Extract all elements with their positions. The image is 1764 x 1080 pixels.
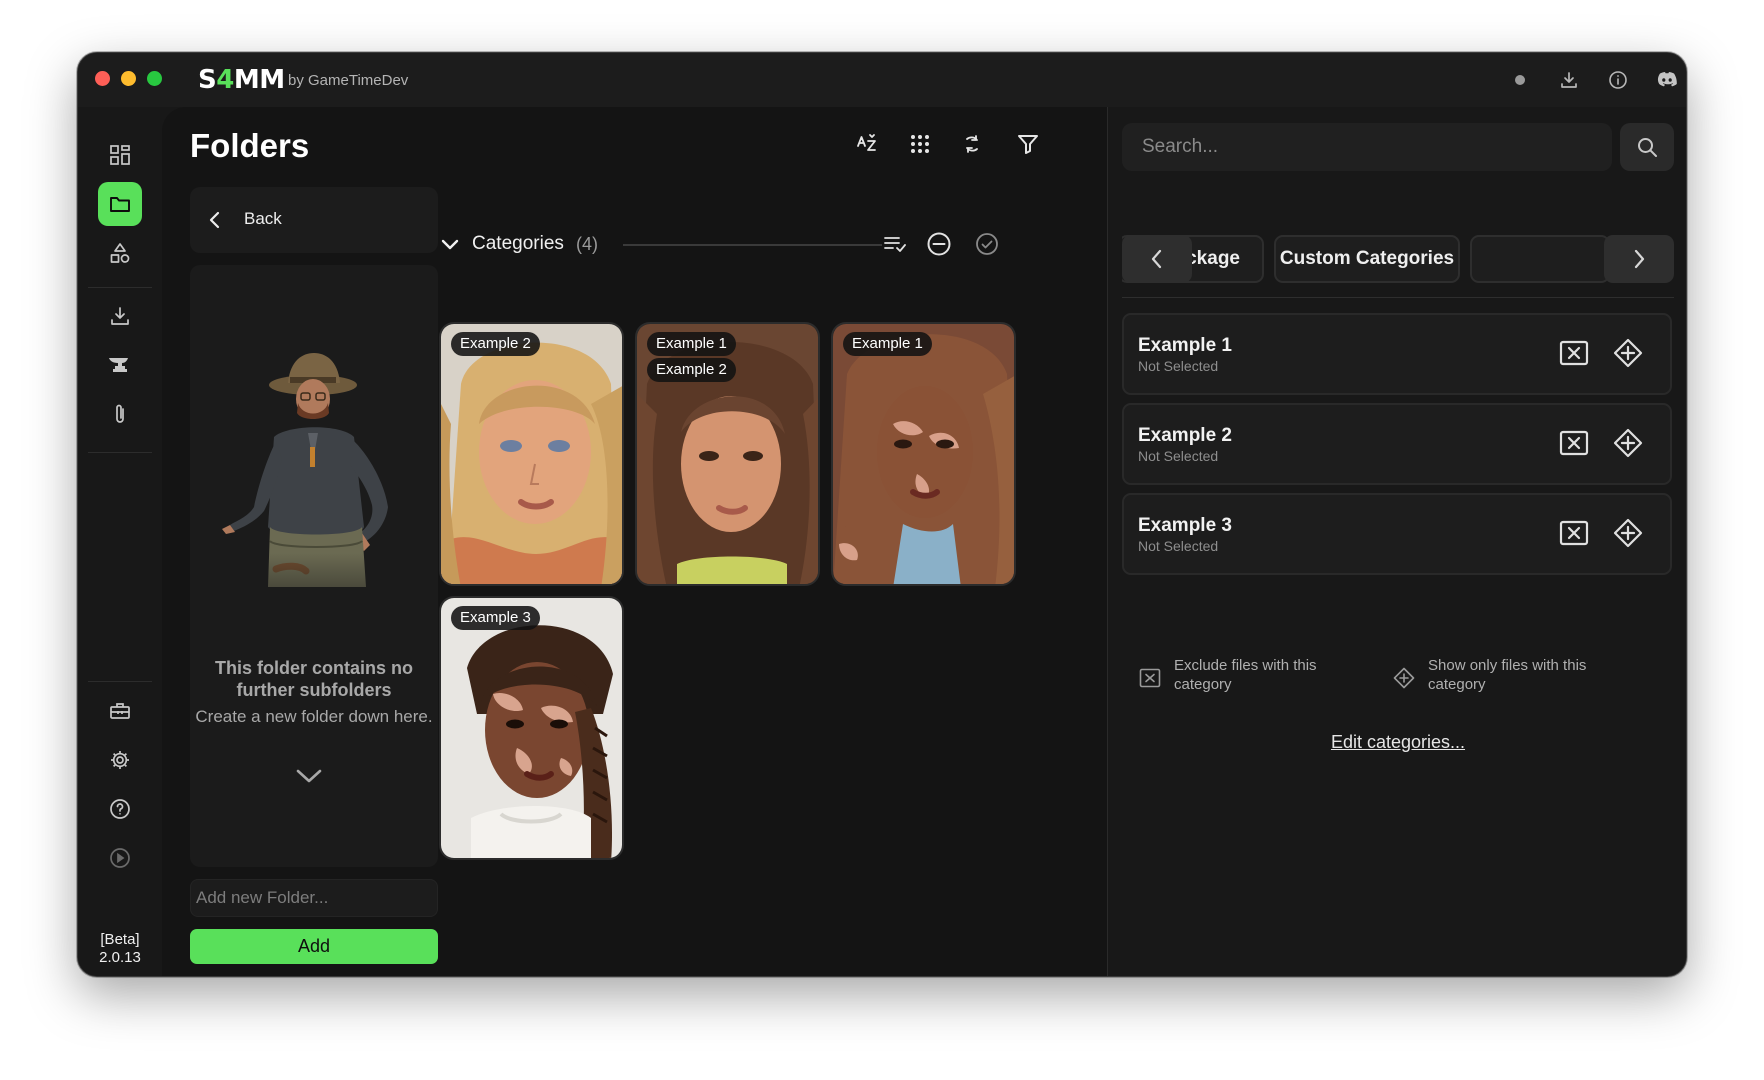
categories-label: Categories	[472, 233, 564, 254]
shapes-icon[interactable]	[98, 231, 142, 275]
search-icon	[1638, 138, 1657, 157]
category-tag: Example 2	[451, 332, 540, 356]
gear-icon[interactable]	[98, 738, 142, 782]
status-dot-icon	[1506, 66, 1534, 94]
play-icon[interactable]	[98, 836, 142, 880]
item-card[interactable]: Example 2	[439, 322, 624, 586]
app-window: S4MM by GameTimeDev [Beta] 2.0.13 Folder…	[77, 52, 1687, 977]
title-bar: S4MM by GameTimeDev	[78, 53, 1686, 107]
zoom-window-button[interactable]	[147, 71, 162, 86]
refresh-icon[interactable]	[955, 127, 989, 161]
category-status: Not Selected	[1138, 538, 1219, 554]
anvil-icon[interactable]	[98, 343, 142, 387]
page-title: Folders	[190, 127, 310, 164]
filter-icon[interactable]	[1011, 127, 1045, 161]
include-category-button[interactable]	[1608, 333, 1648, 373]
sort-list-icon[interactable]	[880, 229, 910, 259]
include-category-button[interactable]	[1608, 513, 1648, 553]
tab-strip: Package Custom Categories	[1122, 235, 1674, 283]
include-icon	[1613, 518, 1643, 548]
app-logo: S4MM	[198, 65, 285, 95]
exclude-icon	[1559, 520, 1589, 546]
category-row[interactable]: Example 1 Not Selected	[1122, 313, 1672, 395]
include-category-button[interactable]	[1608, 423, 1648, 463]
exclude-legend-text: Exclude files with this category	[1174, 657, 1317, 693]
grid-icon[interactable]	[903, 127, 937, 161]
categories-count: (4)	[576, 234, 598, 254]
tabs-next-button[interactable]	[1604, 235, 1674, 283]
help-icon[interactable]	[98, 787, 142, 831]
download-icon[interactable]	[1555, 66, 1583, 94]
divider	[1122, 297, 1674, 298]
category-status: Not Selected	[1138, 448, 1219, 464]
category-tag: Example 1	[843, 332, 932, 356]
include-legend-icon	[1390, 664, 1418, 692]
category-title: Example 1	[1138, 335, 1232, 356]
folders-panel: Folders Back This folder contains no fur…	[162, 107, 1108, 976]
edit-categories-link[interactable]: Edit categories...	[1108, 732, 1686, 753]
category-tag: Example 2	[647, 358, 736, 382]
category-tag: Example 3	[451, 606, 540, 630]
empty-state-hint: Create a new folder down here.	[195, 707, 433, 726]
discord-icon[interactable]	[1653, 66, 1681, 94]
exclude-category-button[interactable]	[1554, 333, 1594, 373]
chevron-left-icon	[209, 211, 220, 229]
exclude-category-button[interactable]	[1554, 423, 1594, 463]
item-thumbnail	[441, 598, 622, 858]
category-title: Example 3	[1138, 515, 1232, 536]
search-button[interactable]	[1620, 123, 1674, 171]
divider	[623, 244, 882, 246]
item-card[interactable]: Example 1	[831, 322, 1016, 586]
categories-header: Categories (4)	[440, 227, 998, 261]
select-all-icon[interactable]	[972, 229, 1002, 259]
chevron-right-icon	[1634, 249, 1645, 269]
exclude-legend-icon	[1136, 664, 1164, 692]
info-icon[interactable]	[1604, 66, 1632, 94]
new-folder-input[interactable]	[190, 879, 438, 917]
sort-az-icon[interactable]	[850, 127, 884, 161]
category-title: Example 2	[1138, 425, 1232, 446]
exclude-icon	[1559, 340, 1589, 366]
search-input[interactable]	[1122, 123, 1612, 171]
include-icon	[1613, 338, 1643, 368]
tab-next[interactable]	[1470, 235, 1610, 283]
chevron-left-icon	[1151, 249, 1162, 269]
app-byline: by GameTimeDev	[288, 72, 409, 89]
exclude-category-button[interactable]	[1554, 513, 1594, 553]
category-row[interactable]: Example 2 Not Selected	[1122, 403, 1672, 485]
close-window-button[interactable]	[95, 71, 110, 86]
include-legend-text: Show only files with this category	[1428, 657, 1587, 693]
item-card[interactable]: Example 1 Example 2	[635, 322, 820, 586]
tab-custom-categories[interactable]: Custom Categories	[1274, 235, 1460, 283]
item-card[interactable]: Example 3	[439, 596, 624, 860]
deselect-all-icon[interactable]	[924, 229, 954, 259]
sim-character-image	[208, 337, 418, 637]
sidebar: [Beta] 2.0.13	[78, 107, 162, 976]
exclude-icon	[1559, 430, 1589, 456]
include-icon	[1613, 428, 1643, 458]
dashboard-icon[interactable]	[98, 133, 142, 177]
subfolders-panel: This folder contains no further subfolde…	[190, 265, 438, 867]
folder-icon[interactable]	[98, 182, 142, 226]
back-button[interactable]: Back	[190, 187, 438, 253]
add-folder-button[interactable]: Add	[190, 929, 438, 964]
minimize-window-button[interactable]	[121, 71, 136, 86]
item-thumbnail	[441, 324, 622, 584]
tabs-prev-button[interactable]	[1122, 235, 1192, 283]
empty-state-title: This folder contains no further subfolde…	[214, 658, 413, 700]
chevron-down-icon	[296, 769, 322, 783]
paperclip-icon[interactable]	[98, 392, 142, 436]
category-status: Not Selected	[1138, 358, 1219, 374]
category-row[interactable]: Example 3 Not Selected	[1122, 493, 1672, 575]
download-icon[interactable]	[98, 294, 142, 338]
categories-panel: Package Custom Categories Example 1 Not …	[1108, 107, 1686, 976]
back-label: Back	[244, 209, 282, 228]
chevron-down-icon[interactable]	[440, 233, 460, 255]
item-thumbnail	[833, 324, 1014, 584]
category-tag: Example 1	[647, 332, 736, 356]
toolbox-icon[interactable]	[98, 689, 142, 733]
app-version: [Beta] 2.0.13	[99, 931, 141, 966]
